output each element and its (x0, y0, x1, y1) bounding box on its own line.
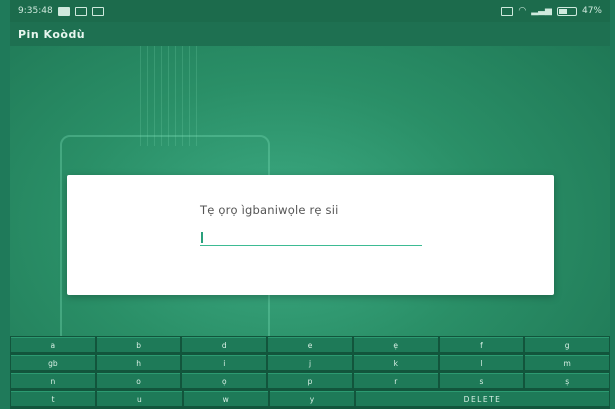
battery-level: 47% (581, 6, 602, 16)
app-bar: Pin Koòdù (10, 22, 610, 46)
key-r[interactable]: r (353, 373, 438, 388)
app-title: Pin Koòdù (18, 27, 86, 41)
custom-keyboard: a b d e ẹ f g gb h i j k l m n o ọ p r s… (10, 336, 610, 409)
key-g[interactable]: g (525, 337, 610, 352)
key-n[interactable]: n (11, 373, 95, 388)
keyboard-row-3: n o ọ p r s ṣ (10, 373, 610, 388)
key-d[interactable]: d (182, 337, 267, 352)
key-gb[interactable]: gb (11, 355, 95, 370)
text-caret (201, 232, 203, 243)
key-o-dot[interactable]: ọ (182, 373, 267, 388)
keyboard-row-4: t u w y DELETE (10, 391, 610, 406)
key-a[interactable]: a (11, 337, 95, 352)
key-y[interactable]: y (269, 391, 355, 406)
key-e-dot[interactable]: ẹ (353, 337, 438, 352)
key-j[interactable]: j (268, 355, 352, 370)
key-i[interactable]: i (182, 355, 267, 370)
pin-dialog: Tẹ ọrọ ìgbaniwọle rẹ sii (67, 175, 554, 295)
key-u[interactable]: u (97, 391, 182, 406)
key-f[interactable]: f (439, 337, 524, 352)
status-time: 9:35:48 (18, 6, 53, 16)
key-p[interactable]: p (268, 373, 352, 388)
delete-key[interactable]: DELETE (356, 391, 609, 406)
wifi-icon: ◠ (518, 6, 527, 16)
key-k[interactable]: k (353, 355, 438, 370)
key-w[interactable]: w (183, 391, 268, 406)
keyboard-row-2: gb h i j k l m (10, 355, 610, 370)
phone-screen: 9:35:48 ◠ ▂▃▅ 47% Pin Koòdù Tẹ ọrọ ìgban… (10, 0, 610, 409)
vibrate-icon (501, 6, 514, 16)
key-b[interactable]: b (96, 337, 181, 352)
key-o[interactable]: o (96, 373, 181, 388)
pin-prompt: Tẹ ọrọ ìgbaniwọle rẹ sii (200, 203, 339, 217)
keyboard-row-1: a b d e ẹ f g (10, 337, 610, 352)
key-l[interactable]: l (439, 355, 524, 370)
background-decoration (140, 46, 200, 146)
key-e[interactable]: e (268, 337, 352, 352)
key-s-dot[interactable]: ṣ (525, 373, 610, 388)
whatsapp-icon (91, 6, 104, 16)
key-m[interactable]: m (525, 355, 610, 370)
key-s[interactable]: s (439, 373, 524, 388)
message-icon (74, 6, 87, 16)
status-bar: 9:35:48 ◠ ▂▃▅ 47% (10, 0, 610, 22)
key-h[interactable]: h (96, 355, 181, 370)
notification-icon (57, 6, 70, 16)
key-t[interactable]: t (11, 391, 96, 406)
pin-input[interactable] (200, 231, 422, 246)
battery-icon (556, 6, 577, 16)
signal-icon: ▂▃▅ (531, 6, 552, 16)
